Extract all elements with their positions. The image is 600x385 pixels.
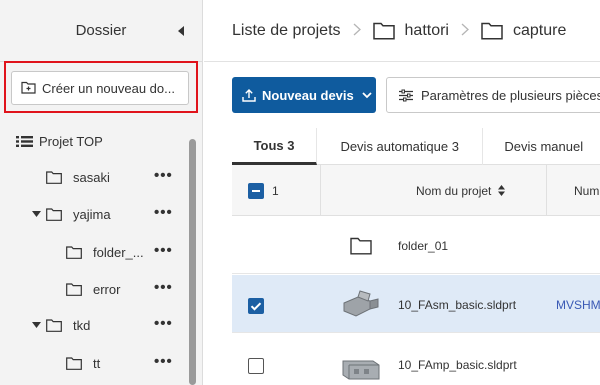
- tree-item-folder[interactable]: folder_...: [66, 236, 144, 268]
- column-header-project-name[interactable]: Nom du projet: [416, 184, 505, 199]
- multi-part-settings-label: Paramètres de plusieurs pièces: [421, 87, 600, 103]
- tree-item-label: Projet TOP: [39, 133, 103, 149]
- folder-icon: [46, 318, 62, 332]
- tree-item-sasaki[interactable]: sasaki: [46, 161, 110, 193]
- tab-label: Devis manuel: [504, 139, 584, 154]
- table-row[interactable]: folder_01: [232, 216, 600, 274]
- tree-item-tt[interactable]: tt: [66, 347, 100, 379]
- tree-item-projet-top[interactable]: Projet TOP: [16, 125, 103, 157]
- create-folder-label: Créer un nouveau do...: [42, 80, 175, 96]
- table-row[interactable]: 10_FAmp_basic.sldprt: [232, 334, 600, 385]
- breadcrumb-item-capture[interactable]: capture: [513, 22, 566, 40]
- more-options-icon[interactable]: •••: [154, 315, 173, 332]
- sidebar-header: Dossier: [0, 0, 202, 62]
- multi-part-settings-button[interactable]: Paramètres de plusieurs pièces: [386, 77, 600, 113]
- tree-item-error[interactable]: error: [66, 273, 120, 305]
- tree-item-label: folder_...: [93, 244, 144, 260]
- more-options-icon[interactable]: •••: [154, 279, 173, 296]
- main-content: Liste de projets hattori capture Nouveau…: [204, 0, 600, 385]
- sliders-icon: [399, 89, 413, 102]
- collapse-sidebar-icon[interactable]: [170, 22, 184, 40]
- tree-item-tkd[interactable]: tkd: [32, 309, 90, 341]
- tab-label: Tous: [253, 137, 284, 153]
- tree-item-yajima[interactable]: yajima: [32, 198, 111, 230]
- tab-label: Devis automatique: [340, 139, 449, 154]
- tab-count: 3: [451, 139, 459, 154]
- chevron-right-icon: [353, 20, 361, 41]
- row-checkbox[interactable]: [248, 358, 264, 374]
- tab-manual-quote[interactable]: Devis manuel: [483, 128, 600, 165]
- folder-icon: [66, 245, 82, 259]
- tree-item-label: tkd: [73, 317, 91, 333]
- tab-count: 3: [287, 137, 295, 153]
- part-thumbnail-icon: [340, 351, 382, 385]
- column-header-label: Nom du projet: [416, 184, 492, 198]
- select-all-checkbox[interactable]: [248, 183, 264, 199]
- sort-icon[interactable]: [497, 184, 505, 199]
- folder-icon: [46, 170, 62, 184]
- breadcrumb: Liste de projets hattori capture: [204, 0, 600, 62]
- create-folder-button[interactable]: Créer un nouveau do...: [11, 71, 189, 105]
- more-options-icon[interactable]: •••: [154, 242, 173, 259]
- table-header: 1 Nom du projet Num: [232, 165, 600, 216]
- folder-sidebar: Dossier Créer un nouveau do... Projet TO…: [0, 0, 203, 385]
- tree-item-label: error: [93, 281, 121, 297]
- folder-icon: [350, 237, 372, 255]
- selected-count: 1: [272, 184, 279, 198]
- folder-icon: [372, 22, 395, 40]
- chevron-down-icon: [362, 91, 372, 99]
- sidebar-title: Dossier: [75, 22, 127, 39]
- more-options-icon[interactable]: •••: [154, 353, 173, 370]
- tab-all[interactable]: Tous 3: [232, 128, 318, 165]
- column-header-num[interactable]: Num: [574, 184, 599, 198]
- tree-item-label: sasaki: [73, 169, 110, 185]
- project-name[interactable]: 10_FAmp_basic.sldprt: [398, 358, 517, 372]
- upload-icon: [242, 88, 256, 102]
- folder-icon: [481, 22, 503, 40]
- new-folder-icon: [21, 80, 36, 97]
- folder-icon: [66, 356, 82, 370]
- tree-item-label: tt: [93, 355, 101, 371]
- caret-down-icon[interactable]: [32, 211, 41, 217]
- breadcrumb-root[interactable]: Liste de projets: [232, 22, 341, 40]
- tree-item-label: yajima: [73, 206, 111, 222]
- row-checkbox[interactable]: [248, 298, 264, 314]
- new-quote-button[interactable]: Nouveau devis: [232, 77, 376, 113]
- breadcrumb-item-hattori[interactable]: hattori: [405, 22, 449, 40]
- sidebar-scrollbar[interactable]: [189, 139, 196, 385]
- project-name[interactable]: folder_01: [398, 239, 448, 253]
- toolbar: Nouveau devis Paramètres de plusieurs pi…: [232, 77, 600, 113]
- part-thumbnail-icon: [340, 289, 382, 321]
- new-quote-label: Nouveau devis: [262, 87, 354, 103]
- part-number-link[interactable]: MVSHM: [556, 298, 600, 312]
- tab-auto-quote[interactable]: Devis automatique 3: [317, 128, 484, 165]
- table-row[interactable]: 10_FAsm_basic.sldprt MVSHM: [232, 275, 600, 333]
- caret-down-icon[interactable]: [32, 322, 41, 328]
- list-icon: [16, 135, 33, 148]
- folder-icon: [46, 207, 62, 221]
- folder-icon: [66, 282, 82, 296]
- chevron-right-icon: [461, 20, 469, 41]
- more-options-icon[interactable]: •••: [154, 204, 173, 221]
- project-name[interactable]: 10_FAsm_basic.sldprt: [398, 298, 516, 312]
- tab-bar: Tous 3 Devis automatique 3 Devis manuel: [232, 128, 600, 165]
- more-options-icon[interactable]: •••: [154, 167, 173, 184]
